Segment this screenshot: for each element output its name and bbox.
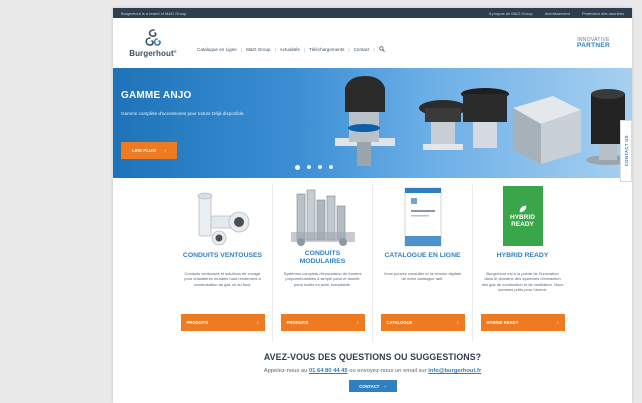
chevron-right-icon: › xyxy=(164,148,166,153)
screenshot-frame: Burgerhout is a brand of M&G Group A pro… xyxy=(0,0,642,403)
hybrid-ready-button[interactable]: HYBRID READY › xyxy=(480,314,565,331)
nav-separator: | xyxy=(240,46,243,52)
card-description: Systèmes complets d'évacuation de fumées… xyxy=(283,271,362,287)
logo-registered: ® xyxy=(173,49,177,54)
contact-line: Appelez-nous au 01 64 80 44 45 ou envoye… xyxy=(113,368,632,374)
contact-us-side-tab[interactable]: CONTACT US xyxy=(620,120,632,182)
button-label: HYBRID READY xyxy=(486,320,519,325)
chevron-right-icon: › xyxy=(557,320,559,325)
nav-item-catalogue[interactable]: Catalogue en Ligne xyxy=(197,47,237,52)
hero-title: GAMME ANJO xyxy=(121,90,192,101)
hybrid-ready-badge: HYBRID READY xyxy=(502,186,543,246)
slider-dot-2[interactable] xyxy=(307,165,311,169)
hero-subtitle: Gamme complète d'accessoires pour toitur… xyxy=(121,111,245,116)
catalogue-button[interactable]: CATALOGUE › xyxy=(380,314,465,331)
products-button[interactable]: PRODUITS › xyxy=(280,314,365,331)
slider-dot-3[interactable] xyxy=(318,165,322,169)
site-header: Burgerhout® Catalogue en Ligne | M&G Gro… xyxy=(113,18,632,68)
slider-dot-1[interactable] xyxy=(295,164,300,170)
page: Burgerhout is a brand of M&G Group A pro… xyxy=(113,8,632,403)
top-link-about[interactable]: A propos de M&G Group xyxy=(489,11,533,16)
card-title: CONDUITS MODULAIRES xyxy=(299,250,346,265)
badge-line-2: READY xyxy=(511,221,534,228)
card-title: HYBRID READY xyxy=(496,252,549,259)
card-title: CONDUITS VENTOUSES xyxy=(182,252,263,259)
top-link-disclaimer[interactable]: Avertissement xyxy=(545,11,570,16)
badge-line-1: HYBRID xyxy=(510,214,535,221)
leaf-icon xyxy=(519,205,526,213)
logo[interactable]: Burgerhout® xyxy=(125,28,181,58)
chevron-right-icon: › xyxy=(357,320,359,325)
card-title: CATALOGUE EN LIGNE xyxy=(384,252,461,259)
search-icon[interactable] xyxy=(378,46,385,52)
nav-item-news[interactable]: Actualités xyxy=(280,47,300,52)
contact-line-prefix: Appelez-nous au xyxy=(263,368,308,374)
top-bar: Burgerhout is a brand of M&G Group A pro… xyxy=(113,8,632,18)
hero-slider[interactable]: GAMME ANJO Gamme complète d'accessoires … xyxy=(113,68,632,178)
card-hybrid-ready: HYBRID READY HYBRID READY Burgerhout est… xyxy=(473,184,573,342)
nav-separator: | xyxy=(348,46,350,52)
card-conduits-modulaires: CONDUITS MODULAIRES Systèmes complets d'… xyxy=(273,184,373,342)
hero-read-more-button[interactable]: LIRE PLUS! › xyxy=(121,142,177,159)
chevron-right-icon: › xyxy=(257,320,259,325)
chevron-right-icon: › xyxy=(457,320,459,325)
innovative-partner-tagline: INNOVATIVE PARTNER xyxy=(577,38,610,50)
phone-link[interactable]: 01 64 80 44 45 xyxy=(309,368,348,374)
product-cards: CONDUITS VENTOUSES Conduits ventouses et… xyxy=(113,184,632,344)
conduits-ventouses-image xyxy=(197,192,249,246)
catalogue-cover-image xyxy=(404,187,441,247)
card-description: Burgerhout est à la pointe de l'innovati… xyxy=(481,271,564,293)
contact-tab-label: CONTACT US xyxy=(623,135,629,167)
top-links: A propos de M&G Group Avertissement Prot… xyxy=(489,11,624,16)
email-link[interactable]: info@burgerhout.fr xyxy=(428,368,481,374)
brand-note: Burgerhout is a brand of M&G Group xyxy=(121,10,187,16)
card-description: Conduits ventouses et solutions de cuvag… xyxy=(184,271,261,287)
nav-item-downloads[interactable]: Téléchargements xyxy=(309,47,345,52)
card-catalogue-en-ligne: CATALOGUE EN LIGNE Vous pouvez consulter… xyxy=(373,184,473,342)
top-link-privacy[interactable]: Protection des données xyxy=(582,11,624,16)
logo-text: Burgerhout xyxy=(129,49,174,58)
nav-separator: | xyxy=(303,46,305,52)
conduits-modulaires-image xyxy=(290,189,355,246)
button-label: PRODUITS xyxy=(286,320,309,325)
card-conduits-ventouses: CONDUITS VENTOUSES Conduits ventouses et… xyxy=(173,184,273,342)
card-description: Vous pouvez consulter ici la version dig… xyxy=(383,271,462,282)
contact-line-middle: ou envoyez-nous un email sur xyxy=(349,368,427,374)
button-label: PRODUITS xyxy=(186,320,209,325)
hero-products-image xyxy=(335,76,630,166)
nav-separator: | xyxy=(274,46,276,52)
products-button[interactable]: PRODUITS › xyxy=(180,314,265,331)
nav-separator: | xyxy=(373,46,375,52)
slider-dots xyxy=(295,164,333,170)
hero-button-label: LIRE PLUS! xyxy=(132,148,157,153)
logo-mark-icon xyxy=(145,29,161,46)
questions-section: AVEZ-VOUS DES QUESTIONS OU SUGGESTIONS? … xyxy=(113,352,632,392)
partner-line-2: PARTNER xyxy=(576,42,610,49)
button-label: CATALOGUE xyxy=(386,320,413,325)
main-nav: Catalogue en Ligne | M&G Group | Actuali… xyxy=(197,46,385,52)
slider-dot-4[interactable] xyxy=(329,165,333,169)
contact-button-label: CONTACT xyxy=(359,383,380,389)
nav-item-mg-group[interactable]: M&G Group xyxy=(246,47,271,52)
chevron-right-icon: › xyxy=(384,383,386,389)
nav-item-contact[interactable]: Contact xyxy=(354,47,370,52)
questions-title: AVEZ-VOUS DES QUESTIONS OU SUGGESTIONS? xyxy=(263,352,482,362)
contact-button[interactable]: CONTACT › xyxy=(348,380,397,392)
